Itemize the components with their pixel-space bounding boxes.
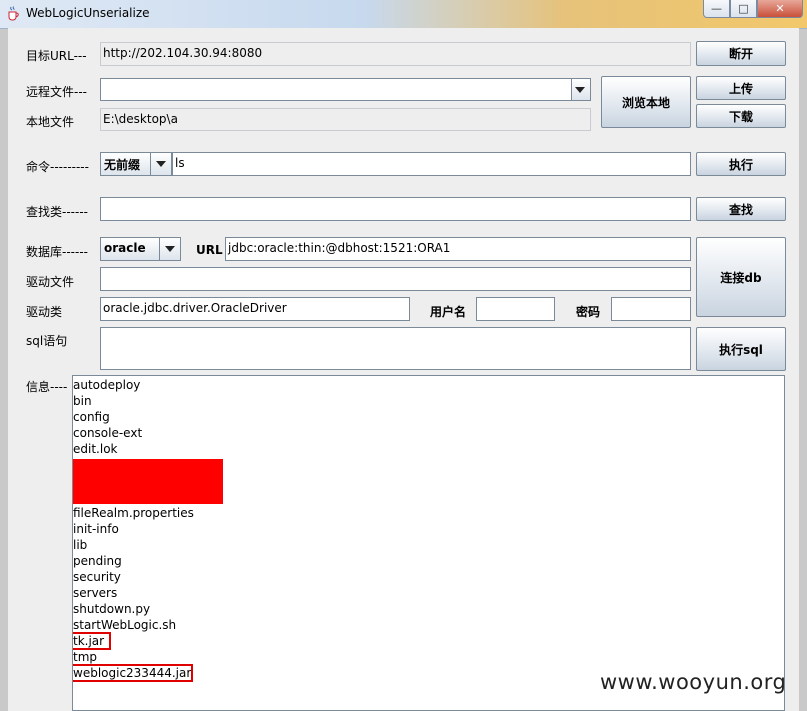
jdbc-url-input[interactable]: jdbc:oracle:thin:@dbhost:1521:ORA1 [225, 237, 691, 261]
database-select[interactable]: oracle [100, 237, 181, 261]
database-label: 数据库------ [26, 245, 88, 259]
execute-button[interactable]: 执行 [696, 152, 786, 176]
list-item: security [73, 570, 121, 584]
list-item: autodeploy [73, 378, 141, 392]
maximize-icon: □ [738, 2, 749, 15]
list-item: fileRealm.properties [73, 506, 194, 520]
prefix-selected-value: 无前缀 [104, 158, 141, 172]
close-button[interactable]: ✕ [757, 0, 803, 18]
remote-file-label: 远程文件--- [26, 85, 87, 99]
find-class-label: 查找类------ [26, 205, 88, 219]
remote-file-dropdown[interactable] [571, 78, 591, 101]
highlight-box-tk-jar [73, 632, 111, 650]
url-label: URL [196, 243, 223, 257]
main-panel: 目标URL--- http://202.104.30.94:8080 断开 远程… [8, 28, 799, 711]
browse-local-button[interactable]: 浏览本地 [601, 76, 691, 128]
list-item: tmp [73, 650, 98, 664]
local-file-label: 本地文件 [26, 115, 75, 129]
local-file-field[interactable]: E:\desktop\a [100, 108, 591, 131]
driver-class-input[interactable]: oracle.jdbc.driver.OracleDriver [100, 297, 410, 321]
list-item: pending [73, 554, 122, 568]
execute-sql-button[interactable]: 执行sql [696, 327, 786, 371]
watermark: www.wooyun.org [600, 670, 787, 694]
list-item: init-info [73, 522, 119, 536]
close-icon: ✕ [775, 2, 785, 15]
minimize-button[interactable]: — [703, 0, 730, 18]
maximize-button[interactable]: □ [730, 0, 757, 18]
target-url-field[interactable]: http://202.104.30.94:8080 [100, 42, 691, 66]
list-item: edit.lok [73, 442, 118, 456]
driver-file-label: 驱动文件 [26, 275, 75, 289]
connect-db-button[interactable]: 连接db [696, 237, 786, 317]
password-input[interactable] [611, 297, 691, 321]
command-label: 命令--------- [26, 160, 89, 174]
title-bar: WebLogicUnserialize — □ ✕ [0, 0, 807, 29]
database-selected-value: oracle [104, 241, 146, 255]
minimize-icon: — [711, 2, 722, 15]
list-item: shutdown.py [73, 602, 151, 616]
sql-textarea[interactable] [100, 327, 691, 370]
remote-file-input[interactable] [100, 78, 572, 101]
download-button[interactable]: 下载 [696, 104, 786, 128]
password-label: 密码 [576, 305, 601, 319]
find-button[interactable]: 查找 [696, 197, 786, 221]
java-cup-icon [6, 6, 20, 22]
list-item: config [73, 410, 110, 424]
upload-button[interactable]: 上传 [696, 76, 786, 100]
chevron-down-icon [156, 161, 166, 167]
chevron-down-icon [575, 86, 585, 93]
username-label: 用户名 [430, 305, 467, 319]
redaction-block [73, 459, 223, 504]
command-input[interactable]: ls [172, 152, 691, 176]
list-item: console-ext [73, 426, 143, 440]
target-url-label: 目标URL--- [26, 49, 87, 63]
list-item: bin [73, 394, 92, 408]
driver-file-input[interactable] [100, 267, 691, 291]
username-input[interactable] [476, 297, 555, 321]
chevron-down-icon [165, 246, 175, 252]
sql-label: sql语句 [26, 334, 68, 348]
driver-class-label: 驱动类 [26, 305, 63, 319]
list-item: servers [73, 586, 118, 600]
info-label: 信息---- [26, 380, 68, 394]
list-item: lib [73, 538, 88, 552]
list-item: startWebLogic.sh [73, 618, 177, 632]
disconnect-button[interactable]: 断开 [696, 41, 786, 66]
window-title: WebLogicUnserialize [26, 6, 150, 20]
prefix-select[interactable]: 无前缀 [100, 152, 172, 176]
find-class-input[interactable] [100, 197, 691, 221]
info-output-area[interactable]: autodeploy bin config console-ext edit.l… [72, 375, 785, 711]
highlight-box-weblogic-jar [73, 664, 193, 682]
